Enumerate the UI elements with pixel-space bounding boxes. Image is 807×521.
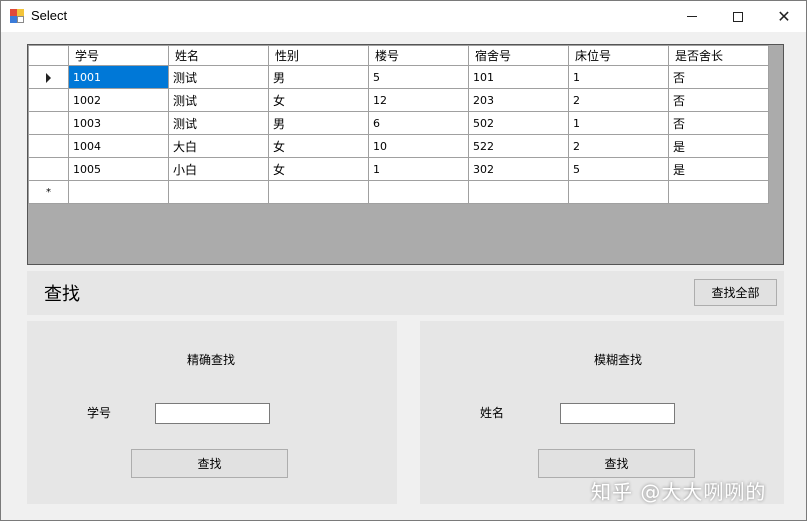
grid-cell[interactable]: 小白 — [168, 157, 269, 181]
minimize-button[interactable] — [669, 1, 715, 32]
column-header[interactable]: 性别 — [268, 45, 369, 66]
column-header[interactable]: 学号 — [68, 45, 169, 66]
grid-cell[interactable]: 5 — [568, 157, 669, 181]
grid-cell[interactable] — [368, 180, 469, 204]
table-row[interactable]: 1005 小白 女 1 302 5 是 — [28, 157, 769, 181]
grid-cell[interactable]: 6 — [368, 111, 469, 135]
watermark: 知乎 @大大咧咧的 — [591, 480, 767, 504]
grid-cell[interactable]: 女 — [268, 134, 369, 158]
grid-cell[interactable]: 2 — [568, 88, 669, 112]
grid-cell[interactable]: 男 — [268, 111, 369, 135]
row-header[interactable] — [28, 65, 69, 89]
table-row[interactable]: 1004 大白 女 10 522 2 是 — [28, 134, 769, 158]
grid-cell[interactable]: 测试 — [168, 65, 269, 89]
grid-cell[interactable]: 男 — [268, 65, 369, 89]
window-title: Select — [31, 8, 68, 23]
grid-cell[interactable]: 12 — [368, 88, 469, 112]
new-row[interactable]: * — [28, 180, 769, 204]
row-header-corner[interactable] — [28, 45, 69, 66]
grid-cell[interactable]: 1 — [368, 157, 469, 181]
grid-cell[interactable]: 否 — [668, 111, 769, 135]
column-header[interactable]: 床位号 — [568, 45, 669, 66]
row-header[interactable] — [28, 111, 69, 135]
grid-cell[interactable]: 502 — [468, 111, 569, 135]
grid-cell[interactable]: 302 — [468, 157, 569, 181]
student-id-input[interactable] — [155, 403, 270, 424]
grid-cell[interactable] — [568, 180, 669, 204]
find-label: 查找 — [44, 284, 80, 305]
maximize-icon — [733, 11, 743, 22]
grid-cell[interactable]: 是 — [668, 157, 769, 181]
minimize-icon — [687, 16, 697, 17]
grid-cell[interactable]: 大白 — [168, 134, 269, 158]
find-bar: 查找 查找全部 — [27, 271, 784, 315]
grid-cell[interactable] — [668, 180, 769, 204]
grid-cell[interactable]: 1003 — [68, 111, 169, 135]
data-grid[interactable]: 学号 姓名 性别 楼号 宿舍号 床位号 是否舍长 1001 测试 男 5 101 — [27, 44, 784, 265]
title-bar[interactable]: Select ✕ — [1, 1, 806, 32]
grid-cell[interactable]: 2 — [568, 134, 669, 158]
grid-cell[interactable]: 否 — [668, 65, 769, 89]
grid-cell[interactable] — [468, 180, 569, 204]
grid-cell[interactable]: 测试 — [168, 88, 269, 112]
grid-cell[interactable]: 1001 — [68, 65, 169, 89]
grid-cell[interactable]: 是 — [668, 134, 769, 158]
grid-cell[interactable]: 测试 — [168, 111, 269, 135]
grid-cell[interactable]: 1 — [568, 111, 669, 135]
grid-cell[interactable]: 1004 — [68, 134, 169, 158]
grid-cell[interactable]: 5 — [368, 65, 469, 89]
grid-cell[interactable]: 522 — [468, 134, 569, 158]
grid-cell[interactable]: 女 — [268, 88, 369, 112]
column-header[interactable]: 宿舍号 — [468, 45, 569, 66]
column-header[interactable]: 姓名 — [168, 45, 269, 66]
fuzzy-search-title: 模糊查找 — [594, 353, 643, 367]
column-header[interactable]: 楼号 — [368, 45, 469, 66]
name-label: 姓名 — [480, 406, 505, 420]
column-header[interactable]: 是否舍长 — [668, 45, 769, 66]
grid-cell[interactable]: 1005 — [68, 157, 169, 181]
table-row[interactable]: 1003 测试 男 6 502 1 否 — [28, 111, 769, 135]
grid-cell[interactable]: 否 — [668, 88, 769, 112]
name-input[interactable] — [560, 403, 675, 424]
new-row-marker[interactable]: * — [28, 180, 69, 204]
app-icon — [10, 9, 24, 23]
select-window: Select ✕ 学号 姓名 性别 楼号 宿舍号 床位号 是否舍长 1001 测… — [0, 0, 807, 521]
exact-search-title: 精确查找 — [187, 353, 236, 367]
grid-header-row: 学号 姓名 性别 楼号 宿舍号 床位号 是否舍长 — [28, 45, 769, 66]
grid-cell[interactable]: 1 — [568, 65, 669, 89]
student-id-label: 学号 — [87, 406, 112, 420]
grid-cell[interactable] — [168, 180, 269, 204]
exact-search-button[interactable]: 查找 — [131, 449, 288, 478]
row-header[interactable] — [28, 134, 69, 158]
grid-cell[interactable] — [268, 180, 369, 204]
grid-cell[interactable]: 1002 — [68, 88, 169, 112]
find-all-button[interactable]: 查找全部 — [694, 279, 777, 306]
table-row[interactable]: 1001 测试 男 5 101 1 否 — [28, 65, 769, 89]
row-header[interactable] — [28, 88, 69, 112]
grid-cell[interactable] — [68, 180, 169, 204]
grid-cell[interactable]: 203 — [468, 88, 569, 112]
data-grid-table: 学号 姓名 性别 楼号 宿舍号 床位号 是否舍长 1001 测试 男 5 101 — [28, 45, 769, 204]
exact-search-panel: 精确查找 学号 查找 — [27, 321, 397, 504]
close-icon: ✕ — [777, 7, 791, 26]
fuzzy-search-button[interactable]: 查找 — [538, 449, 695, 478]
grid-cell[interactable]: 101 — [468, 65, 569, 89]
grid-cell[interactable]: 10 — [368, 134, 469, 158]
maximize-button[interactable] — [715, 1, 761, 32]
close-button[interactable]: ✕ — [761, 1, 807, 32]
row-header[interactable] — [28, 157, 69, 181]
grid-cell[interactable]: 女 — [268, 157, 369, 181]
table-row[interactable]: 1002 测试 女 12 203 2 否 — [28, 88, 769, 112]
current-row-arrow-icon — [46, 72, 51, 83]
